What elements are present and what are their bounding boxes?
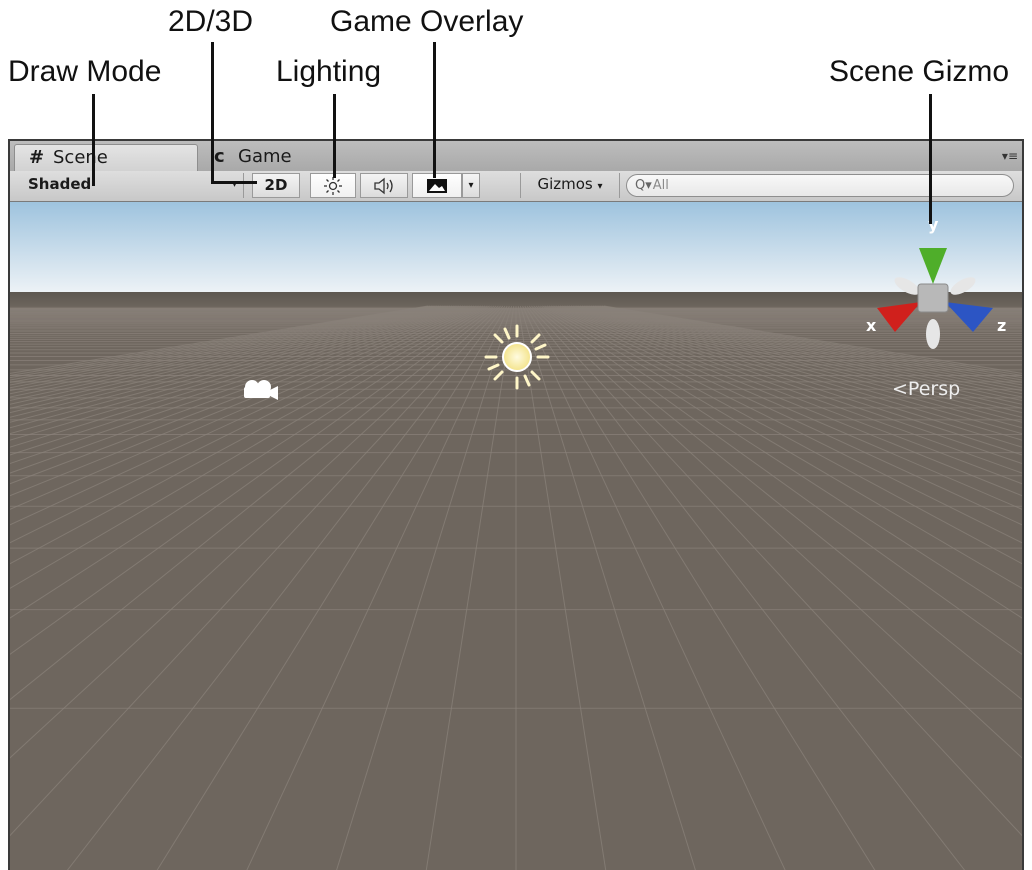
2d-toggle-button[interactable]: 2D <box>252 173 300 198</box>
projection-toggle[interactable]: <Persp <box>892 378 960 400</box>
scene-canvas[interactable] <box>10 202 1022 870</box>
speaker-icon <box>374 177 393 195</box>
callout-draw-mode: Draw Mode <box>8 55 162 88</box>
directional-light-icon[interactable] <box>484 324 550 390</box>
gizmos-label: Gizmos <box>537 175 593 193</box>
arrow-left-icon: < <box>892 378 908 400</box>
pacman-icon: ϲ <box>214 146 225 167</box>
persp-label: Persp <box>907 378 961 400</box>
search-value: All <box>652 178 669 193</box>
callout-2d-3d: 2D/3D <box>168 5 254 38</box>
image-icon <box>427 179 447 193</box>
draw-mode-value: Shaded <box>28 175 92 193</box>
sky <box>10 202 1022 296</box>
leader-game-overlay <box>433 42 436 178</box>
callout-game-overlay: Game Overlay <box>330 5 524 38</box>
chevron-down-icon: ▾ <box>231 179 237 190</box>
callout-scene-gizmo: Scene Gizmo <box>829 55 1010 88</box>
leader-draw-mode <box>92 94 95 186</box>
game-overlay-button[interactable] <box>412 173 462 198</box>
horizon-band <box>10 292 1022 308</box>
tab-bar: # Scene ϲ Game ▾≡ <box>10 141 1022 172</box>
search-input[interactable]: Q▾All <box>626 174 1014 197</box>
scene-viewport[interactable]: y x z <Persp <box>10 202 1022 870</box>
panel-menu-icon[interactable]: ▾≡ <box>1002 149 1018 163</box>
leader-lighting <box>333 94 336 178</box>
search-icon: Q▾ <box>635 178 652 193</box>
scene-toolbar: Shaded ▾ 2D ▾ Gizmos ▾ Q▾All <box>10 171 1022 202</box>
chevron-down-icon: ▾ <box>468 180 474 191</box>
tab-game-label: Game <box>238 146 292 167</box>
leader-2d-3d-vertical <box>211 42 214 184</box>
gizmo-x-label: x <box>866 316 877 335</box>
tab-scene[interactable]: # Scene <box>14 144 198 171</box>
leader-scene-gizmo <box>929 94 932 224</box>
callout-lighting: Lighting <box>276 55 382 88</box>
leader-2d-3d-horizontal <box>211 181 257 184</box>
tab-scene-label: Scene <box>53 147 108 168</box>
overlay-dropdown-button[interactable]: ▾ <box>462 173 480 198</box>
scene-window: # Scene ϲ Game ▾≡ Shaded ▾ 2D ▾ Gizmos ▾… <box>8 139 1024 870</box>
draw-mode-dropdown[interactable]: Shaded ▾ <box>12 173 244 198</box>
grid-icon: # <box>29 147 45 168</box>
tab-game[interactable]: ϲ Game <box>200 144 310 171</box>
gizmos-dropdown[interactable]: Gizmos ▾ <box>520 173 620 198</box>
audio-toggle-button[interactable] <box>360 173 408 198</box>
gizmo-z-label: z <box>997 316 1007 335</box>
sun-icon <box>324 177 342 195</box>
chevron-down-icon: ▾ <box>597 181 603 192</box>
